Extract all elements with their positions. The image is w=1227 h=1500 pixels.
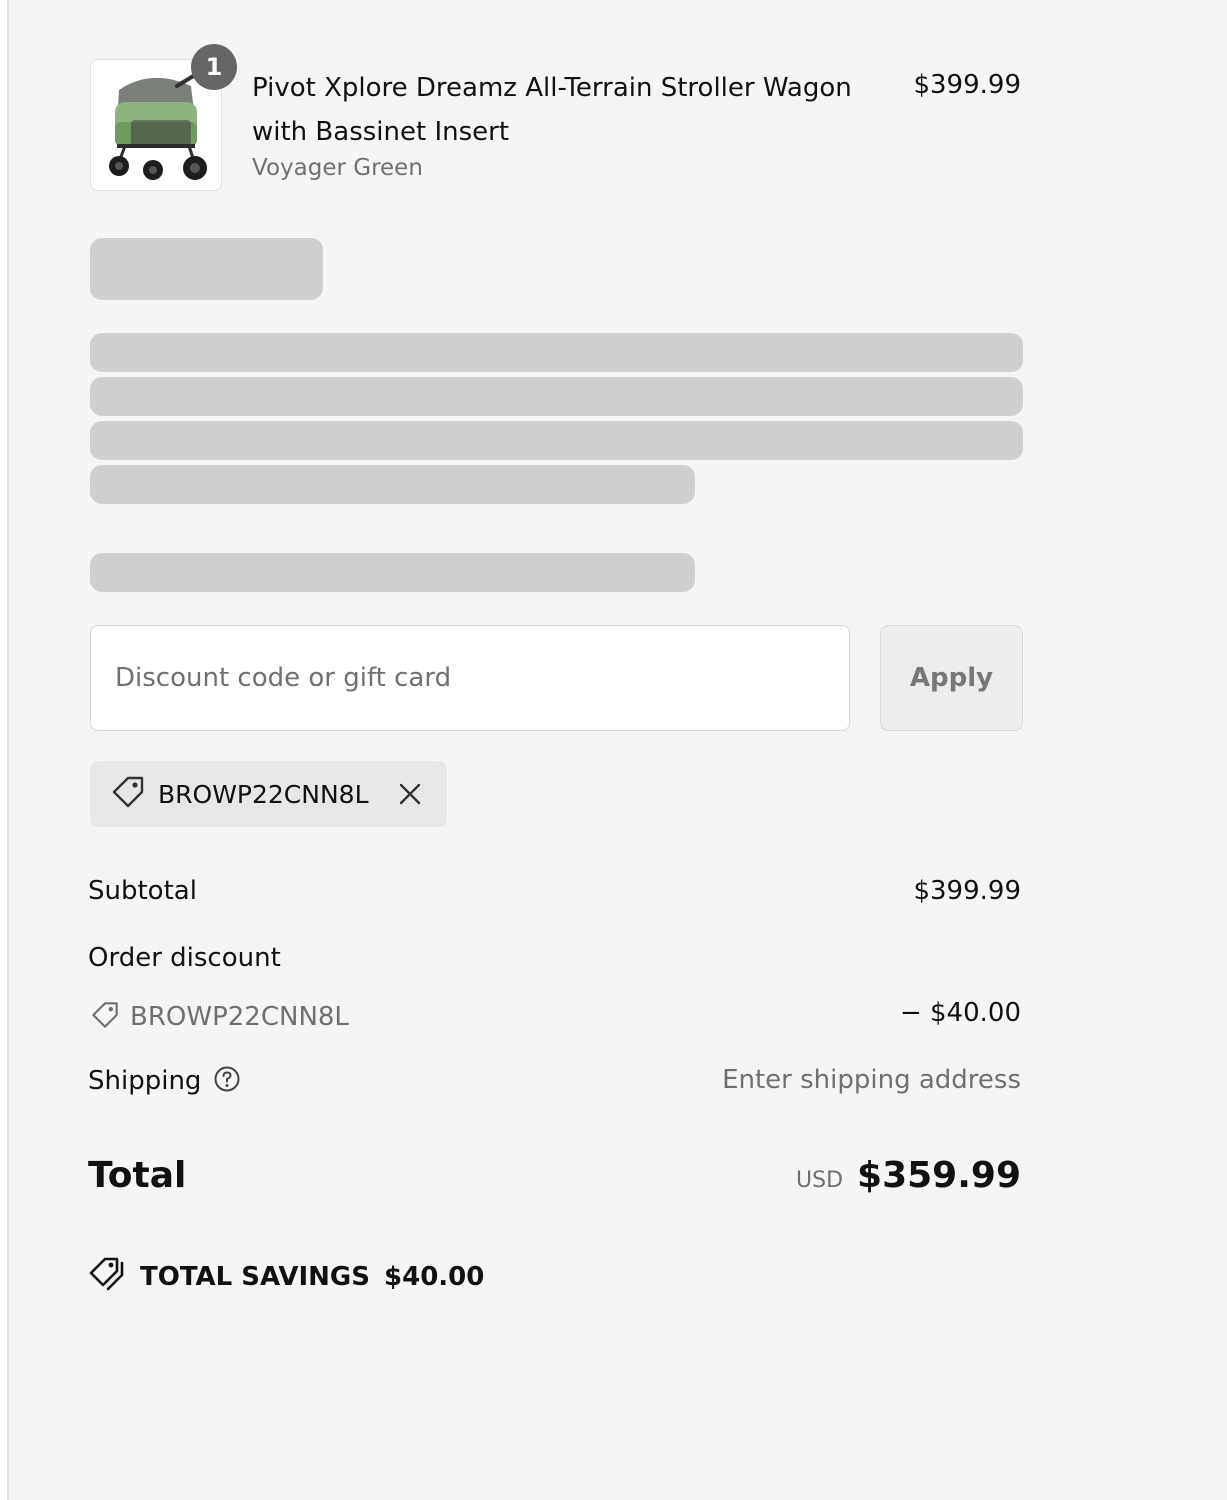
discount-code-input[interactable]: [90, 625, 850, 731]
product-variant: Voyager Green: [252, 155, 423, 181]
skeleton-line: [90, 421, 1023, 460]
tag-icon: [90, 1000, 120, 1034]
close-icon: [399, 783, 420, 805]
apply-button[interactable]: Apply: [880, 625, 1023, 731]
total-savings-value: $40.00: [384, 1261, 485, 1292]
shipping-label: Shipping: [88, 1066, 202, 1096]
total-savings: TOTAL SAVINGS $40.00: [88, 1255, 484, 1298]
order-discount-label: Order discount: [88, 943, 281, 973]
currency-code: USD: [796, 1168, 844, 1193]
remove-discount-button[interactable]: [395, 779, 425, 809]
skeleton-line: [90, 333, 1023, 372]
product-price: $399.99: [913, 70, 1021, 100]
total-amount: $359.99: [857, 1155, 1021, 1196]
skeleton-line: [90, 553, 695, 592]
subtotal-label: Subtotal: [88, 876, 197, 906]
help-icon[interactable]: [213, 1065, 241, 1097]
product-name: Pivot Xplore Dreamz All-Terrain Stroller…: [252, 73, 852, 147]
order-discount-code-row: BROWP22CNN8L: [90, 1000, 349, 1034]
total-savings-label: TOTAL SAVINGS: [140, 1261, 371, 1292]
shipping-value: Enter shipping address: [722, 1065, 1021, 1095]
skeleton-line: [90, 465, 695, 504]
total-label: Total: [88, 1155, 187, 1196]
tags-icon: [88, 1255, 126, 1298]
skeleton-heading: [90, 238, 323, 300]
tag-icon: [110, 774, 146, 814]
total-amount-wrap: USD $359.99: [796, 1155, 1021, 1196]
applied-discount-chip: BROWP22CNN8L: [90, 761, 447, 827]
shipping-label-row: Shipping: [88, 1065, 241, 1097]
order-summary-panel: 1 Pivot Xplore Dreamz All-Terrain Stroll…: [7, 0, 1227, 1500]
order-discount-code: BROWP22CNN8L: [130, 1002, 349, 1032]
order-discount-value: − $40.00: [899, 998, 1021, 1028]
applied-discount-code: BROWP22CNN8L: [158, 779, 369, 809]
quantity-badge: 1: [191, 44, 237, 90]
subtotal-value: $399.99: [913, 876, 1021, 906]
skeleton-line: [90, 377, 1023, 416]
